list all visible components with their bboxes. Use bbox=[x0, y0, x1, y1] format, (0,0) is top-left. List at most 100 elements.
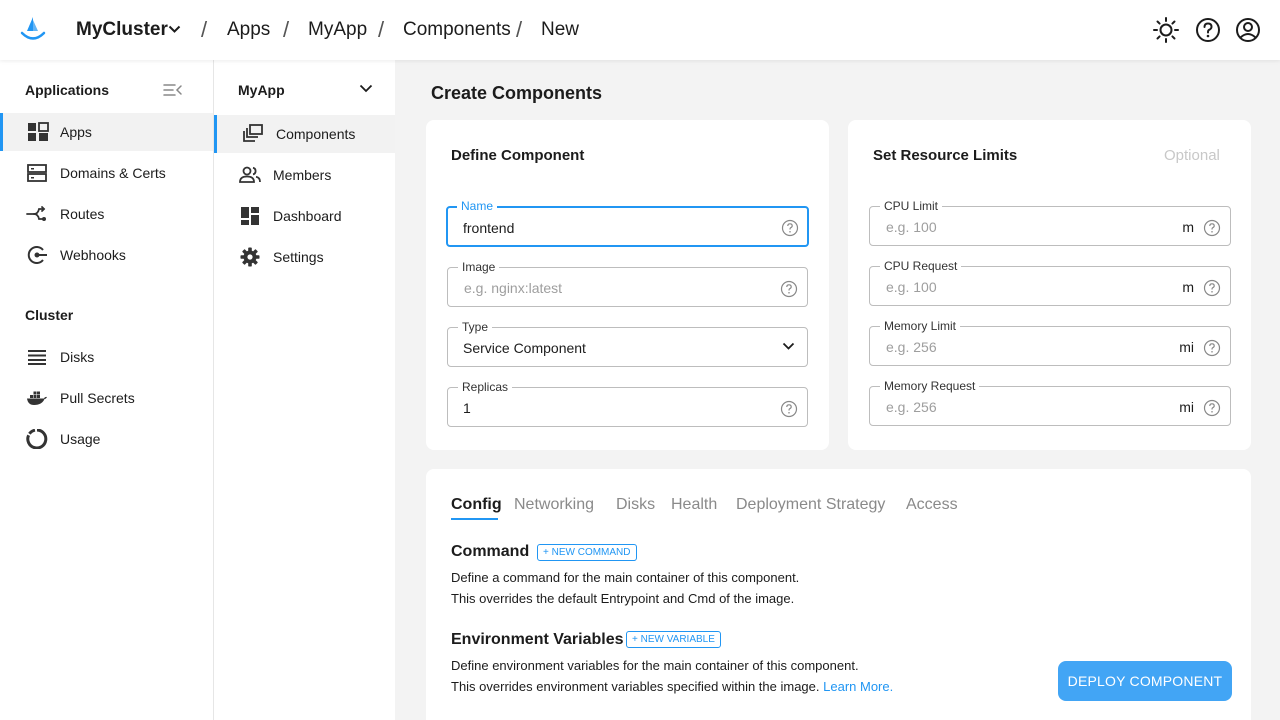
app-nav-components[interactable]: Components bbox=[214, 115, 395, 153]
sidebar-item-pull-secrets[interactable]: Pull Secrets bbox=[0, 379, 213, 417]
breadcrumb-myapp[interactable]: MyApp bbox=[308, 18, 367, 42]
account-icon[interactable] bbox=[1234, 16, 1262, 44]
usage-donut-icon bbox=[26, 429, 48, 449]
image-field[interactable]: Image e.g. nginx:latest bbox=[447, 260, 808, 307]
env-vars-title: Environment Variables bbox=[451, 631, 624, 648]
name-value[interactable]: frontend bbox=[463, 220, 514, 236]
disks-icon bbox=[28, 350, 46, 365]
help-circle-icon[interactable] bbox=[1203, 399, 1221, 417]
new-variable-button[interactable]: + NEW VARIABLE bbox=[626, 631, 721, 648]
app-selector[interactable]: MyApp bbox=[238, 82, 285, 98]
tab-health[interactable]: Health bbox=[671, 496, 717, 514]
gear-icon bbox=[240, 247, 260, 267]
deploy-component-button[interactable]: DEPLOY COMPONENT bbox=[1058, 661, 1232, 701]
cpu-request-field[interactable]: CPU Request e.g. 100 m bbox=[869, 259, 1231, 306]
tab-disks[interactable]: Disks bbox=[616, 496, 655, 514]
memory-limit-label: Memory Limit bbox=[880, 319, 961, 333]
sidebar-item-domains[interactable]: Domains & Certs bbox=[0, 154, 213, 192]
name-label: Name bbox=[457, 199, 498, 213]
memory-limit-placeholder[interactable]: e.g. 256 bbox=[886, 339, 937, 355]
cpu-limit-field[interactable]: CPU Limit e.g. 100 m bbox=[869, 199, 1231, 246]
routes-icon bbox=[26, 206, 46, 221]
chevron-down-icon[interactable] bbox=[168, 25, 181, 34]
components-icon bbox=[243, 124, 263, 142]
sidebar-item-routes[interactable]: Routes bbox=[0, 195, 213, 233]
tab-access[interactable]: Access bbox=[906, 496, 958, 514]
image-label: Image bbox=[458, 260, 500, 274]
sidebar-item-label: Usage bbox=[60, 431, 101, 447]
sidebar-item-apps[interactable]: Apps bbox=[0, 113, 213, 151]
sidebar-item-label: Disks bbox=[60, 349, 95, 365]
command-desc-line-1: Define a command for the main container … bbox=[451, 570, 800, 585]
type-select[interactable]: Type Service Component bbox=[447, 320, 808, 367]
app-nav-label: Members bbox=[273, 167, 332, 183]
app-nav-dashboard[interactable]: Dashboard bbox=[214, 197, 395, 235]
help-circle-icon[interactable] bbox=[781, 219, 799, 237]
breadcrumb-new: New bbox=[541, 19, 580, 40]
memory-limit-field[interactable]: Memory Limit e.g. 256 mi bbox=[869, 319, 1231, 366]
tab-networking[interactable]: Networking bbox=[514, 496, 594, 514]
replicas-value[interactable]: 1 bbox=[463, 400, 471, 416]
memory-request-label: Memory Request bbox=[880, 379, 980, 393]
memory-request-placeholder[interactable]: e.g. 256 bbox=[886, 399, 937, 415]
cpu-limit-label: CPU Limit bbox=[880, 199, 943, 213]
app-nav-members[interactable]: Members bbox=[214, 156, 395, 194]
cpu-request-placeholder[interactable]: e.g. 100 bbox=[886, 279, 937, 295]
breadcrumb-separator: / bbox=[516, 17, 523, 42]
applications-heading: Applications bbox=[25, 82, 110, 98]
env-desc-text: This overrides environment variables spe… bbox=[451, 679, 820, 694]
help-icon[interactable] bbox=[1194, 16, 1222, 44]
name-field[interactable]: Name frontend bbox=[446, 199, 809, 247]
type-value[interactable]: Service Component bbox=[463, 340, 586, 356]
logo-icon[interactable] bbox=[18, 14, 48, 44]
command-description: Define a command for the main container … bbox=[451, 567, 799, 609]
tab-deployment-strategy[interactable]: Deployment Strategy bbox=[736, 496, 885, 514]
webhook-icon bbox=[27, 246, 47, 264]
breadcrumb-apps[interactable]: Apps bbox=[227, 18, 270, 42]
sidebar-item-usage[interactable]: Usage bbox=[0, 420, 213, 458]
sidebar-item-disks[interactable]: Disks bbox=[0, 338, 213, 376]
collapse-sidebar-icon[interactable] bbox=[163, 82, 183, 98]
cluster-heading: Cluster bbox=[25, 307, 74, 323]
cpu-limit-unit: m bbox=[1182, 219, 1194, 235]
active-tab-indicator bbox=[451, 518, 498, 520]
memory-limit-unit: mi bbox=[1179, 339, 1194, 355]
sidebar-item-webhooks[interactable]: Webhooks bbox=[0, 236, 213, 274]
app-nav-settings[interactable]: Settings bbox=[214, 238, 395, 276]
env-desc-line-1: Define environment variables for the mai… bbox=[451, 658, 859, 673]
memory-request-field[interactable]: Memory Request e.g. 256 mi bbox=[869, 379, 1231, 426]
breadcrumb-components[interactable]: Components bbox=[403, 18, 511, 42]
server-icon bbox=[27, 164, 47, 182]
main-sidebar: Applications Apps Domains & Certs Routes… bbox=[0, 60, 214, 720]
help-circle-icon[interactable] bbox=[780, 280, 798, 298]
replicas-label: Replicas bbox=[458, 380, 513, 394]
learn-more-link[interactable]: Learn More. bbox=[823, 679, 893, 694]
theme-sun-icon[interactable] bbox=[1152, 16, 1180, 44]
resource-limits-title: Set Resource Limits bbox=[873, 147, 1018, 164]
help-circle-icon[interactable] bbox=[1203, 279, 1221, 297]
command-title: Command bbox=[451, 543, 530, 560]
dashboard-icon bbox=[241, 207, 259, 225]
help-circle-icon[interactable] bbox=[780, 400, 798, 418]
sidebar-item-label: Domains & Certs bbox=[60, 165, 166, 181]
define-component-title: Define Component bbox=[451, 147, 585, 164]
cpu-request-unit: m bbox=[1182, 279, 1194, 295]
tab-config[interactable]: Config bbox=[451, 496, 502, 514]
help-circle-icon[interactable] bbox=[1203, 219, 1221, 237]
app-nav-label: Settings bbox=[273, 249, 324, 265]
cluster-selector[interactable]: MyCluster bbox=[76, 18, 168, 42]
breadcrumb-separator: / bbox=[283, 17, 290, 42]
cpu-request-label: CPU Request bbox=[880, 259, 962, 273]
members-icon bbox=[239, 166, 261, 183]
cpu-limit-placeholder[interactable]: e.g. 100 bbox=[886, 219, 937, 235]
chevron-down-icon[interactable] bbox=[359, 84, 373, 93]
help-circle-icon[interactable] bbox=[1203, 339, 1221, 357]
chevron-down-icon[interactable] bbox=[782, 342, 795, 351]
sidebar-item-label: Pull Secrets bbox=[60, 390, 135, 406]
new-command-button[interactable]: + NEW COMMAND bbox=[537, 544, 637, 561]
sidebar-item-label: Routes bbox=[60, 206, 105, 222]
breadcrumb-separator: / bbox=[201, 17, 208, 42]
replicas-field[interactable]: Replicas 1 bbox=[447, 380, 808, 427]
page-title: Create Components bbox=[431, 83, 603, 103]
image-placeholder[interactable]: e.g. nginx:latest bbox=[464, 280, 562, 296]
